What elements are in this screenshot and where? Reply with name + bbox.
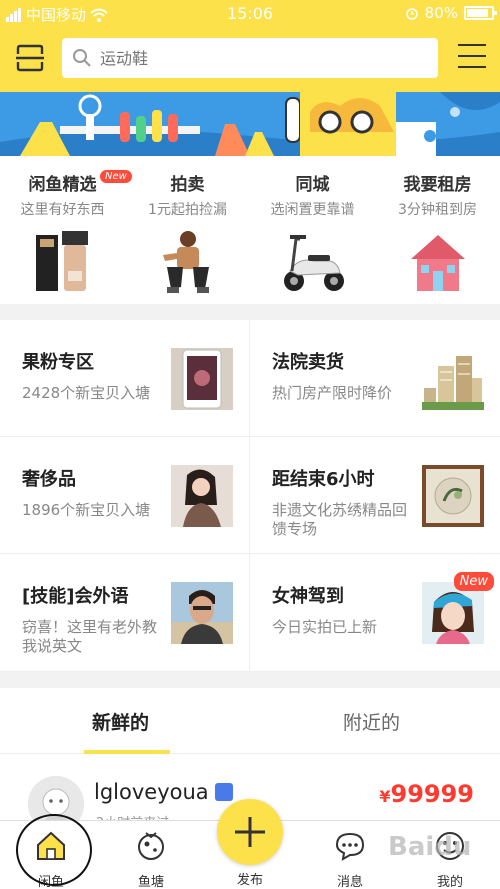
person-crouching-image [162,231,209,293]
username-row: lgloveyoua [94,780,233,804]
nav-label: 我的 [436,875,463,889]
status-right: 80% [405,4,497,22]
menu-button[interactable] [458,44,486,68]
grid-desc: 1896个新宝贝入塘 [22,501,151,519]
grid-court-sales[interactable]: 法院卖货 热门房产限时降价 [250,320,500,437]
house-image [410,235,465,291]
man-photo [171,582,233,644]
cosmetics-image [35,231,88,291]
scooter-image [283,235,344,291]
banner-illustration [0,92,500,156]
nav-messages[interactable]: 消息 [315,829,385,889]
menu-line [458,66,486,68]
promo-banner[interactable] [0,92,500,156]
category-xianyu-picks[interactable]: 闲鱼精选 New 这里有好东西 [0,156,132,304]
publish-label: 发布 [236,873,263,888]
tab-nearby[interactable]: 附近的 [343,708,400,735]
status-bar: 中国移动 15:06 80% [0,0,500,28]
highlight-circle [16,814,92,886]
buildings-image [422,356,484,410]
category-title: 同城 [295,175,330,195]
category-row: 闲鱼精选 New 这里有好东西 拍卖 1元起拍捡漏 同城 选闲置更靠谱 我要租房… [0,156,500,304]
grid-desc: 非遗文化苏绣精品回馈专场 [272,501,408,538]
nav-label: 消息 [336,875,363,889]
feed-tabs: 新鲜的 附近的 [0,688,500,754]
search-icon [73,49,91,67]
category-subtitle: 1元起拍捡漏 [148,202,227,218]
embroidery-image [422,465,484,527]
category-same-city[interactable]: 同城 选闲置更靠谱 [250,156,375,304]
fish-pond-icon [138,832,164,860]
grid-desc: 窃喜！这里有老外教我说英文 [22,618,158,655]
username[interactable]: lgloveyoua [94,780,209,804]
feature-grid: 果粉专区 2428个新宝贝入塘 法院卖货 热门房产限时降价 奢侈品 1896个新… [0,320,500,672]
woman-photo [171,465,233,527]
app-screen: 中国移动 15:06 80% 运动鞋 闲鱼精选 New 这里有好东西 拍卖 1元… [0,0,500,889]
category-rent-house[interactable]: 我要租房 3分钟租到房 [375,156,500,304]
phone-image [171,348,233,410]
category-subtitle: 3分钟租到房 [398,202,477,218]
category-title: 拍卖 [170,175,205,195]
grid-desc: 热门房产限时降价 [272,384,393,402]
new-badge: New [453,572,494,591]
top-bar [0,28,500,92]
nav-label: 鱼塘 [137,875,164,889]
price-value: 99999 [390,780,475,808]
category-title: 我要租房 [403,175,472,195]
menu-line [458,55,486,57]
category-subtitle: 这里有好东西 [20,202,105,218]
plus-icon [235,817,265,847]
tab-fresh[interactable]: 新鲜的 [92,708,149,735]
menu-line [458,44,486,46]
battery-percent: 80% [424,4,458,22]
message-icon [335,832,365,861]
category-auction[interactable]: 拍卖 1元起拍捡漏 [125,156,250,304]
grid-language-skill[interactable]: [技能]会外语 窃喜！这里有老外教我说英文 [0,554,250,672]
nav-pond[interactable]: 鱼塘 [116,829,186,889]
category-subtitle: 选闲置更靠谱 [270,202,355,218]
item-price: ¥99999 [379,780,474,808]
grid-luxury[interactable]: 奢侈品 1896个新宝贝入塘 [0,437,250,554]
scan-icon [16,44,44,72]
watermark: Baidu [388,832,472,862]
search-box[interactable] [62,38,438,78]
alarm-icon [405,8,418,20]
grid-ending-soon[interactable]: 距结束6小时 非遗文化苏绣精品回馈专场 [250,437,500,554]
scan-button[interactable] [14,42,46,74]
currency-symbol: ¥ [379,787,391,806]
grid-desc: 2428个新宝贝入塘 [22,384,151,402]
grid-apple-fans[interactable]: 果粉专区 2428个新宝贝入塘 [0,320,250,437]
grid-desc: 今日实拍已上新 [272,618,378,636]
grid-goddess[interactable]: 女神驾到 今日实拍已上新 New [250,554,500,672]
search-input[interactable] [100,48,400,68]
girl-photo [422,582,484,644]
battery-icon [464,6,497,20]
publish-button[interactable] [217,799,283,865]
